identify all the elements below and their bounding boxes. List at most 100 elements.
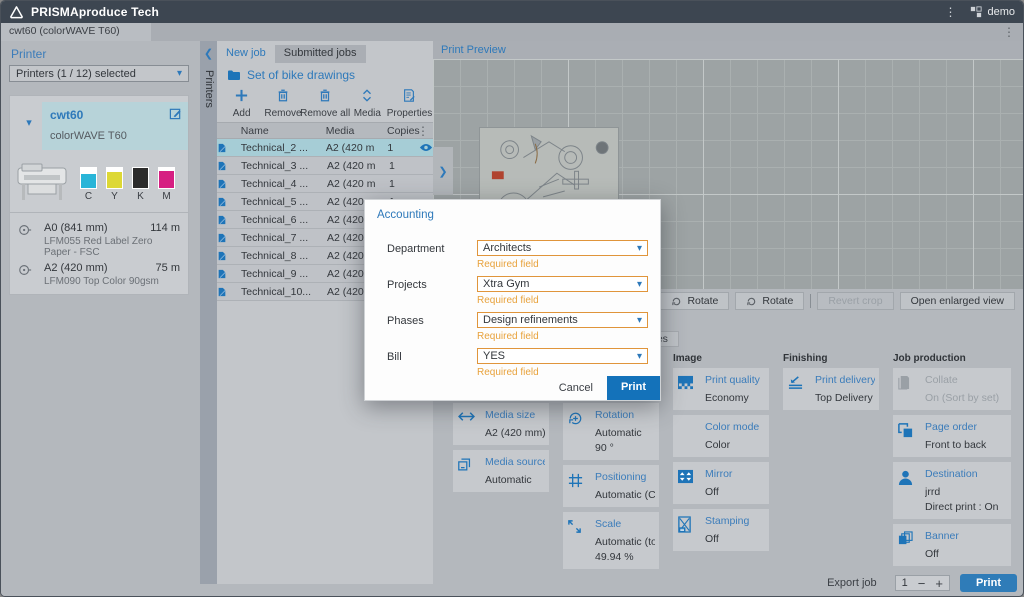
job-set-title: Set of bike drawings (247, 68, 355, 82)
settings-group-header: Finishing (783, 353, 879, 367)
eye-icon[interactable] (419, 143, 433, 152)
export-job-button[interactable]: Export job (819, 575, 885, 591)
tile-color-mode[interactable]: Color modeColor (673, 415, 769, 457)
tile-value: Automatic (485, 474, 545, 486)
tile-text: Print deliveryTop Delivery T... (815, 374, 875, 404)
job-name: Technical_10... (241, 286, 327, 298)
phases-select[interactable]: Design refinements▾ (477, 312, 648, 328)
stamp-icon-wrap (677, 515, 699, 545)
tile-stamping[interactable]: StampingOff (673, 509, 769, 551)
job-media: A2 (420 m (326, 142, 387, 154)
tile-page-order[interactable]: Page orderFront to back (893, 415, 1011, 457)
job-name: Technical_3 ... (241, 160, 327, 172)
tile-print-quality[interactable]: Print qualityEconomy (673, 368, 769, 410)
titlebar-menu-icon[interactable]: ⋮ (944, 6, 956, 18)
field-control: Architects▾Required field (477, 240, 648, 270)
rotate-button[interactable]: Rotate (660, 292, 729, 310)
banner-icon (897, 531, 919, 546)
collapse-panel-chevron[interactable]: ❮ (200, 41, 217, 60)
ink-fill (81, 174, 96, 188)
tile-text: Color modeColor (705, 421, 765, 451)
tile-value: jrrd (925, 486, 1007, 498)
select-value: Xtra Gym (483, 278, 529, 290)
job-media: A2 (420 m (327, 178, 389, 190)
increment-button[interactable]: + (935, 577, 943, 590)
table-row[interactable]: Technical_3 ...A2 (420 m1 (217, 157, 433, 175)
printer-select[interactable]: Printers (1 / 12) selected ▾ (9, 65, 189, 82)
copies-stepper[interactable]: 1 − + (895, 575, 950, 591)
printers-rail-label: Printers (203, 70, 215, 108)
add-button[interactable]: Add (221, 88, 262, 119)
job-file-icon-wrap (217, 215, 241, 225)
tab-new-job[interactable]: New job (217, 45, 275, 63)
tile-title: Positioning (595, 471, 655, 483)
accounting-dialog: Accounting DepartmentArchitects▾Required… (364, 199, 661, 401)
job-name: Technical_6 ... (241, 214, 327, 226)
media-button[interactable]: Media (347, 88, 388, 119)
printer-selected-header[interactable]: cwt60 colorWAVE T60 (42, 102, 188, 150)
tile-title: Scale (595, 518, 655, 530)
print-button[interactable]: Print (960, 574, 1017, 592)
settings-column: Finishing Print deliveryTop Delivery T... (783, 353, 879, 584)
tool-label: Properties (387, 108, 433, 119)
dialog-print-button[interactable]: Print (607, 376, 660, 400)
column-media[interactable]: Media (326, 125, 387, 137)
tile-scale[interactable]: ScaleAutomatic (to ...49.94 % (563, 512, 659, 569)
tile-value: Automatic (Ce... (595, 489, 655, 501)
projects-select[interactable]: Xtra Gym▾ (477, 276, 648, 292)
job-copies: 1 (389, 160, 419, 172)
tabstrip-menu-icon[interactable]: ⋮ (1003, 26, 1015, 38)
tile-mirror[interactable]: MirrorOff (673, 462, 769, 504)
tile-collate: CollateOn (Sort by set) (893, 368, 1011, 410)
tile-positioning[interactable]: Positioning Automatic (Ce... (563, 465, 659, 507)
column-name[interactable]: Name (241, 125, 326, 137)
file-icon (217, 269, 241, 279)
expand-panel-chevron[interactable]: ❯ (433, 147, 453, 195)
file-icon (217, 251, 241, 261)
tile-value: Automatic (595, 427, 655, 439)
job-media: A2 (420 m (327, 160, 389, 172)
app-logo-icon (9, 5, 24, 20)
printer-collapse-chevron[interactable]: ▾ (16, 102, 42, 150)
file-icon (217, 215, 241, 225)
media-roll[interactable]: A0 (841 mm)114 mLFM055 Red Label Zero Pa… (18, 222, 180, 258)
tile-media-size[interactable]: Media sizeA2 (420 mm) (453, 403, 549, 445)
required-hint: Required field (477, 331, 648, 342)
tile-media-source[interactable]: Media sourceAutomatic (453, 450, 549, 492)
properties-button[interactable]: Properties (388, 88, 431, 119)
remove-all-button[interactable]: Remove all (304, 88, 347, 119)
chevron-down-icon: ▾ (637, 315, 642, 326)
bill-select[interactable]: YES▾ (477, 348, 648, 364)
open-enlarged-view-button[interactable]: Open enlarged view (900, 292, 1015, 310)
tile-text: Page orderFront to back (925, 421, 1007, 451)
tile-rotation[interactable]: RotationAutomatic90 ° (563, 403, 659, 460)
media-roll[interactable]: A2 (420 mm)75 mLFM090 Top Color 90gsm (18, 262, 180, 287)
job-copies: 1 (389, 178, 419, 190)
window-tab-active[interactable]: cwt60 (colorWAVE T60) (1, 23, 151, 41)
pageorder-icon (897, 422, 919, 439)
table-row[interactable]: Technical_2 ...A2 (420 m1 (217, 139, 433, 157)
button-label: Open enlarged view (911, 295, 1004, 307)
job-tabs: New jobSubmitted jobs (217, 45, 366, 63)
tile-text: Media sourceAutomatic (485, 456, 545, 486)
field-row-projects: ProjectsXtra Gym▾Required field (365, 270, 660, 306)
rotate-small-icon (671, 296, 682, 307)
column-copies[interactable]: Copies (387, 125, 417, 137)
job-set-header[interactable]: Set of bike drawings (217, 63, 433, 84)
remove-button[interactable]: Remove (262, 88, 303, 119)
tile-banner[interactable]: BannerOff (893, 524, 1011, 566)
table-row[interactable]: Technical_4 ...A2 (420 m1 (217, 175, 433, 193)
tile-print-delivery[interactable]: Print deliveryTop Delivery T... (783, 368, 879, 410)
table-menu-icon[interactable]: ⋮ (417, 125, 429, 137)
decrement-button[interactable]: − (918, 577, 926, 590)
department-select[interactable]: Architects▾ (477, 240, 648, 256)
user-menu[interactable]: demo (970, 6, 1015, 18)
tab-submitted-jobs[interactable]: Submitted jobs (275, 45, 366, 63)
edit-icon[interactable] (169, 107, 182, 120)
hash-icon-wrap (567, 471, 589, 501)
tile-destination[interactable]: DestinationjrrdDirect print : On (893, 462, 1011, 519)
media-roll-length: 114 m (150, 222, 180, 234)
tile-text: Positioning Automatic (Ce... (595, 471, 655, 501)
rotate-button[interactable]: Rotate (735, 292, 804, 310)
cancel-button[interactable]: Cancel (545, 378, 607, 398)
